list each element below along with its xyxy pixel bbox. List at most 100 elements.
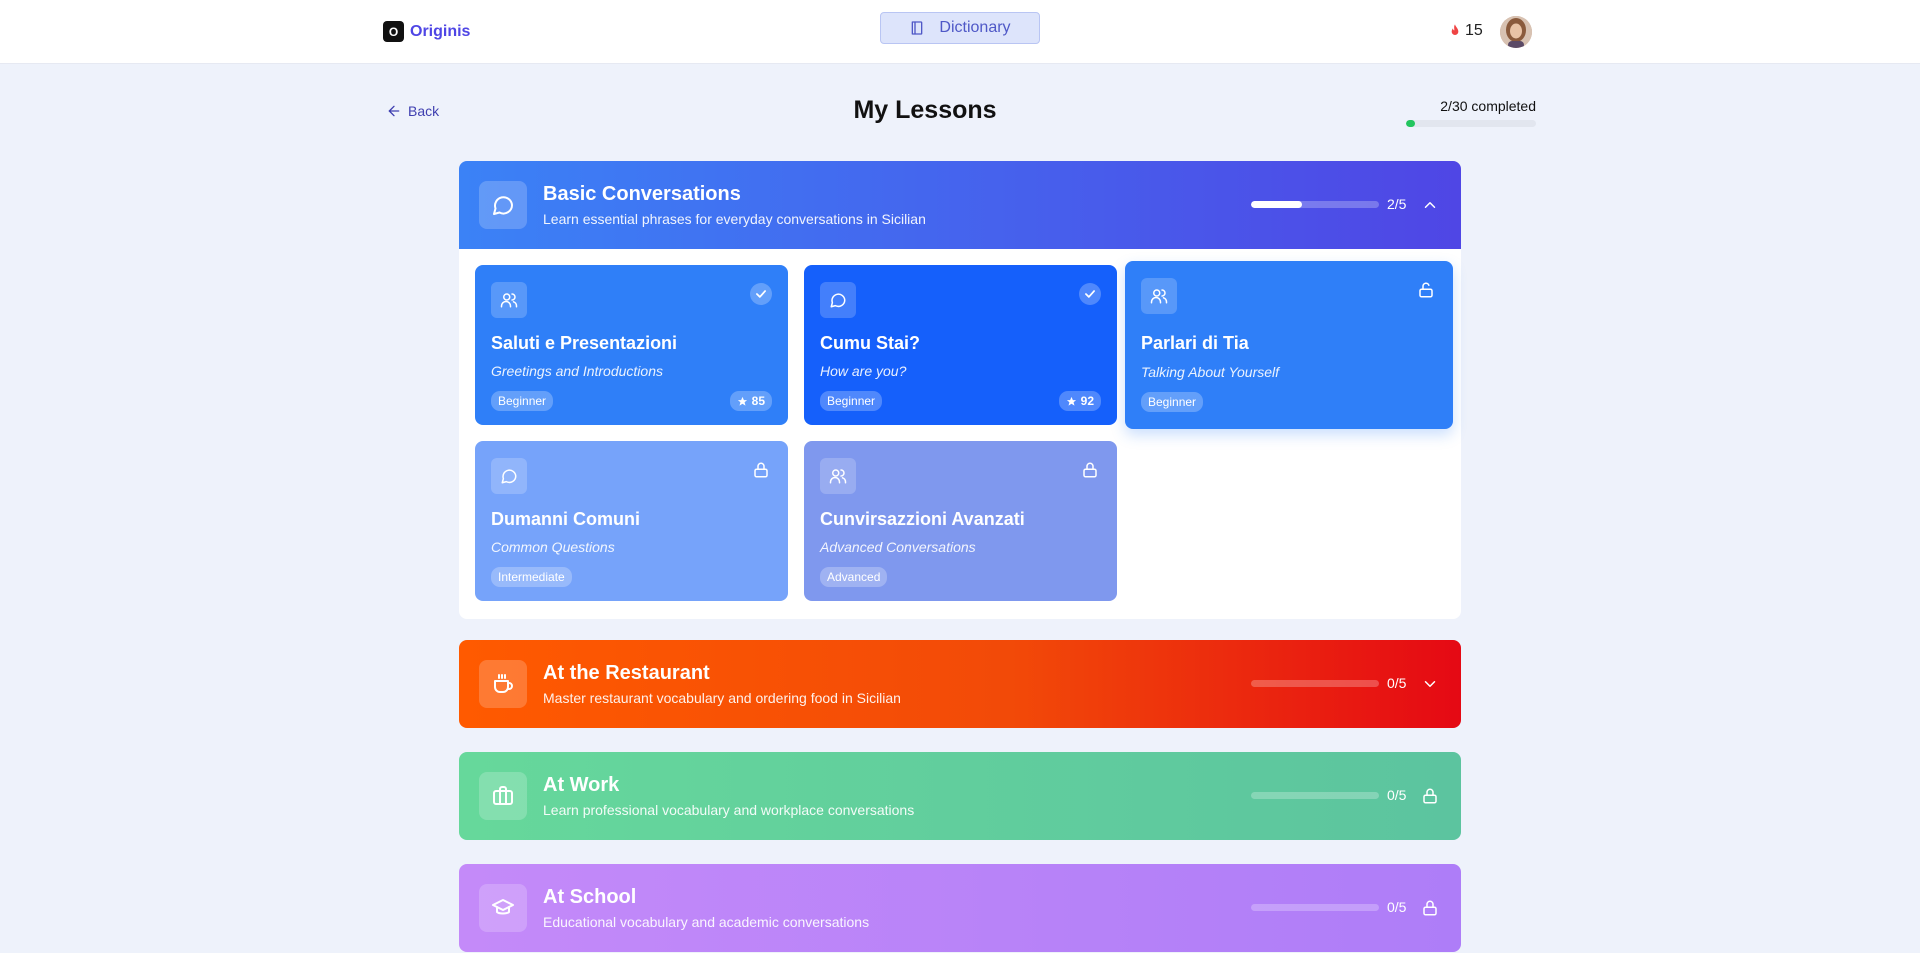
users-icon bbox=[829, 469, 847, 484]
top-navigation-bar: O Originis Dictionary 15 bbox=[0, 0, 1920, 64]
module-count: 0/5 bbox=[1387, 899, 1407, 915]
module-progress-track bbox=[1251, 792, 1379, 799]
level-badge: Advanced bbox=[820, 567, 888, 587]
dictionary-label: Dictionary bbox=[939, 19, 1011, 36]
lesson-icon bbox=[820, 282, 856, 318]
module-header[interactable]: At the Restaurant Master restaurant voca… bbox=[459, 640, 1461, 728]
module-header[interactable]: At School Educational vocabulary and aca… bbox=[459, 864, 1461, 952]
module-title: At the Restaurant bbox=[543, 662, 710, 684]
lock-icon bbox=[1083, 462, 1097, 478]
lock-icon bbox=[754, 462, 768, 478]
module-title: Basic Conversations bbox=[543, 183, 741, 205]
lesson-title: Saluti e Presentazioni bbox=[491, 333, 678, 353]
locked-indicator bbox=[750, 459, 772, 481]
coffee-icon bbox=[494, 674, 513, 693]
brand-name: Originis bbox=[410, 22, 471, 40]
graduation-cap-icon bbox=[492, 899, 514, 915]
module-at-work: At Work Learn professional vocabulary an… bbox=[459, 752, 1461, 840]
lock-icon bbox=[1423, 900, 1437, 916]
module-icon bbox=[479, 772, 527, 820]
dictionary-button[interactable]: Dictionary bbox=[880, 12, 1040, 44]
chat-icon bbox=[830, 293, 846, 308]
chevron-down-icon bbox=[1424, 681, 1436, 687]
page-title: My Lessons bbox=[853, 96, 997, 124]
avatar-image bbox=[1500, 16, 1532, 48]
back-label: Back bbox=[408, 103, 440, 119]
level-badge: Beginner bbox=[1141, 392, 1204, 412]
completed-badge bbox=[750, 283, 772, 305]
brand-mark: O bbox=[383, 21, 404, 42]
lesson-title: Parlari di Tia bbox=[1141, 333, 1249, 353]
back-button[interactable]: Back bbox=[386, 103, 439, 119]
star-icon bbox=[1066, 396, 1076, 406]
level-badge: Beginner bbox=[820, 391, 883, 411]
book-icon bbox=[912, 21, 923, 35]
lesson-card[interactable]: Cunvirsazzioni Avanzati Advanced Convers… bbox=[804, 441, 1117, 601]
module-icon bbox=[479, 660, 527, 708]
completed-badge bbox=[1079, 283, 1101, 305]
lesson-subtitle: How are you? bbox=[820, 363, 907, 379]
module-icon bbox=[479, 884, 527, 932]
overall-progress-text: 2/30 completed bbox=[1440, 98, 1536, 114]
lesson-card[interactable]: Cumu Stai? How are you? Beginner 92 bbox=[804, 265, 1117, 425]
lesson-card[interactable]: Saluti e Presentazioni Greetings and Int… bbox=[475, 265, 788, 425]
flame-icon bbox=[1451, 24, 1459, 35]
module-progress-track bbox=[1251, 201, 1379, 208]
module-title: At School bbox=[543, 886, 637, 908]
unlocked-indicator bbox=[1415, 279, 1437, 301]
lock-icon bbox=[1423, 788, 1437, 804]
locked-indicator bbox=[1421, 899, 1439, 917]
lesson-title: Cunvirsazzioni Avanzati bbox=[820, 509, 1025, 529]
lesson-card[interactable]: Dumanni Comuni Common Questions Intermed… bbox=[475, 441, 788, 601]
score-value: 85 bbox=[751, 394, 765, 408]
lesson-icon bbox=[491, 458, 527, 494]
overall-progress-track bbox=[1406, 120, 1536, 127]
module-progress-fill bbox=[1251, 201, 1303, 208]
module-at-school: At School Educational vocabulary and aca… bbox=[459, 864, 1461, 952]
locked-indicator bbox=[1421, 787, 1439, 805]
module-count: 2/5 bbox=[1387, 196, 1407, 212]
star-icon bbox=[737, 396, 747, 406]
users-icon bbox=[1150, 289, 1168, 304]
user-avatar[interactable] bbox=[1500, 16, 1532, 48]
chat-icon bbox=[493, 196, 513, 215]
module-description: Learn essential phrases for everyday con… bbox=[543, 211, 926, 227]
lesson-title: Cumu Stai? bbox=[820, 333, 921, 353]
score-badge: 92 bbox=[1058, 391, 1101, 411]
module-count: 0/5 bbox=[1387, 675, 1407, 691]
chevron-up-icon bbox=[1424, 202, 1436, 208]
users-icon bbox=[500, 293, 518, 308]
module-progress-track bbox=[1251, 904, 1379, 911]
expand-button[interactable] bbox=[1421, 675, 1439, 693]
overall-progress: 2/30 completed bbox=[1406, 98, 1536, 127]
score-value: 92 bbox=[1080, 394, 1094, 408]
lesson-icon bbox=[491, 282, 527, 318]
collapse-button[interactable] bbox=[1421, 196, 1439, 214]
module-title: At Work bbox=[543, 774, 620, 796]
module-basic-conversations: Basic Conversations Learn essential phra… bbox=[459, 161, 1461, 619]
module-icon bbox=[479, 181, 527, 229]
locked-indicator bbox=[1079, 459, 1101, 481]
module-at-the-restaurant: At the Restaurant Master restaurant voca… bbox=[459, 640, 1461, 728]
streak-count: 15 bbox=[1465, 22, 1483, 39]
module-header[interactable]: Basic Conversations Learn essential phra… bbox=[459, 161, 1461, 249]
lesson-icon bbox=[1141, 278, 1177, 314]
lesson-subtitle: Talking About Yourself bbox=[1141, 364, 1280, 380]
streak-counter: 15 bbox=[1447, 22, 1483, 40]
lesson-subtitle: Greetings and Introductions bbox=[491, 363, 663, 379]
level-badge: Beginner bbox=[491, 391, 554, 411]
chat-icon bbox=[501, 469, 517, 484]
module-count: 0/5 bbox=[1387, 787, 1407, 803]
module-lessons-grid: Saluti e Presentazioni Greetings and Int… bbox=[459, 249, 1461, 619]
lesson-title: Dumanni Comuni bbox=[491, 509, 640, 529]
lesson-card[interactable]: Parlari di Tia Talking About Yourself Be… bbox=[1125, 261, 1453, 429]
unlock-icon bbox=[1419, 282, 1433, 298]
module-description: Master restaurant vocabulary and orderin… bbox=[543, 690, 901, 706]
module-description: Learn professional vocabulary and workpl… bbox=[543, 802, 915, 818]
score-badge: 85 bbox=[729, 391, 772, 411]
overall-progress-fill bbox=[1406, 120, 1415, 127]
brand-logo[interactable]: O Originis bbox=[383, 21, 470, 42]
arrow-left-icon bbox=[388, 105, 400, 117]
lesson-subtitle: Advanced Conversations bbox=[820, 539, 976, 555]
module-header[interactable]: At Work Learn professional vocabulary an… bbox=[459, 752, 1461, 840]
